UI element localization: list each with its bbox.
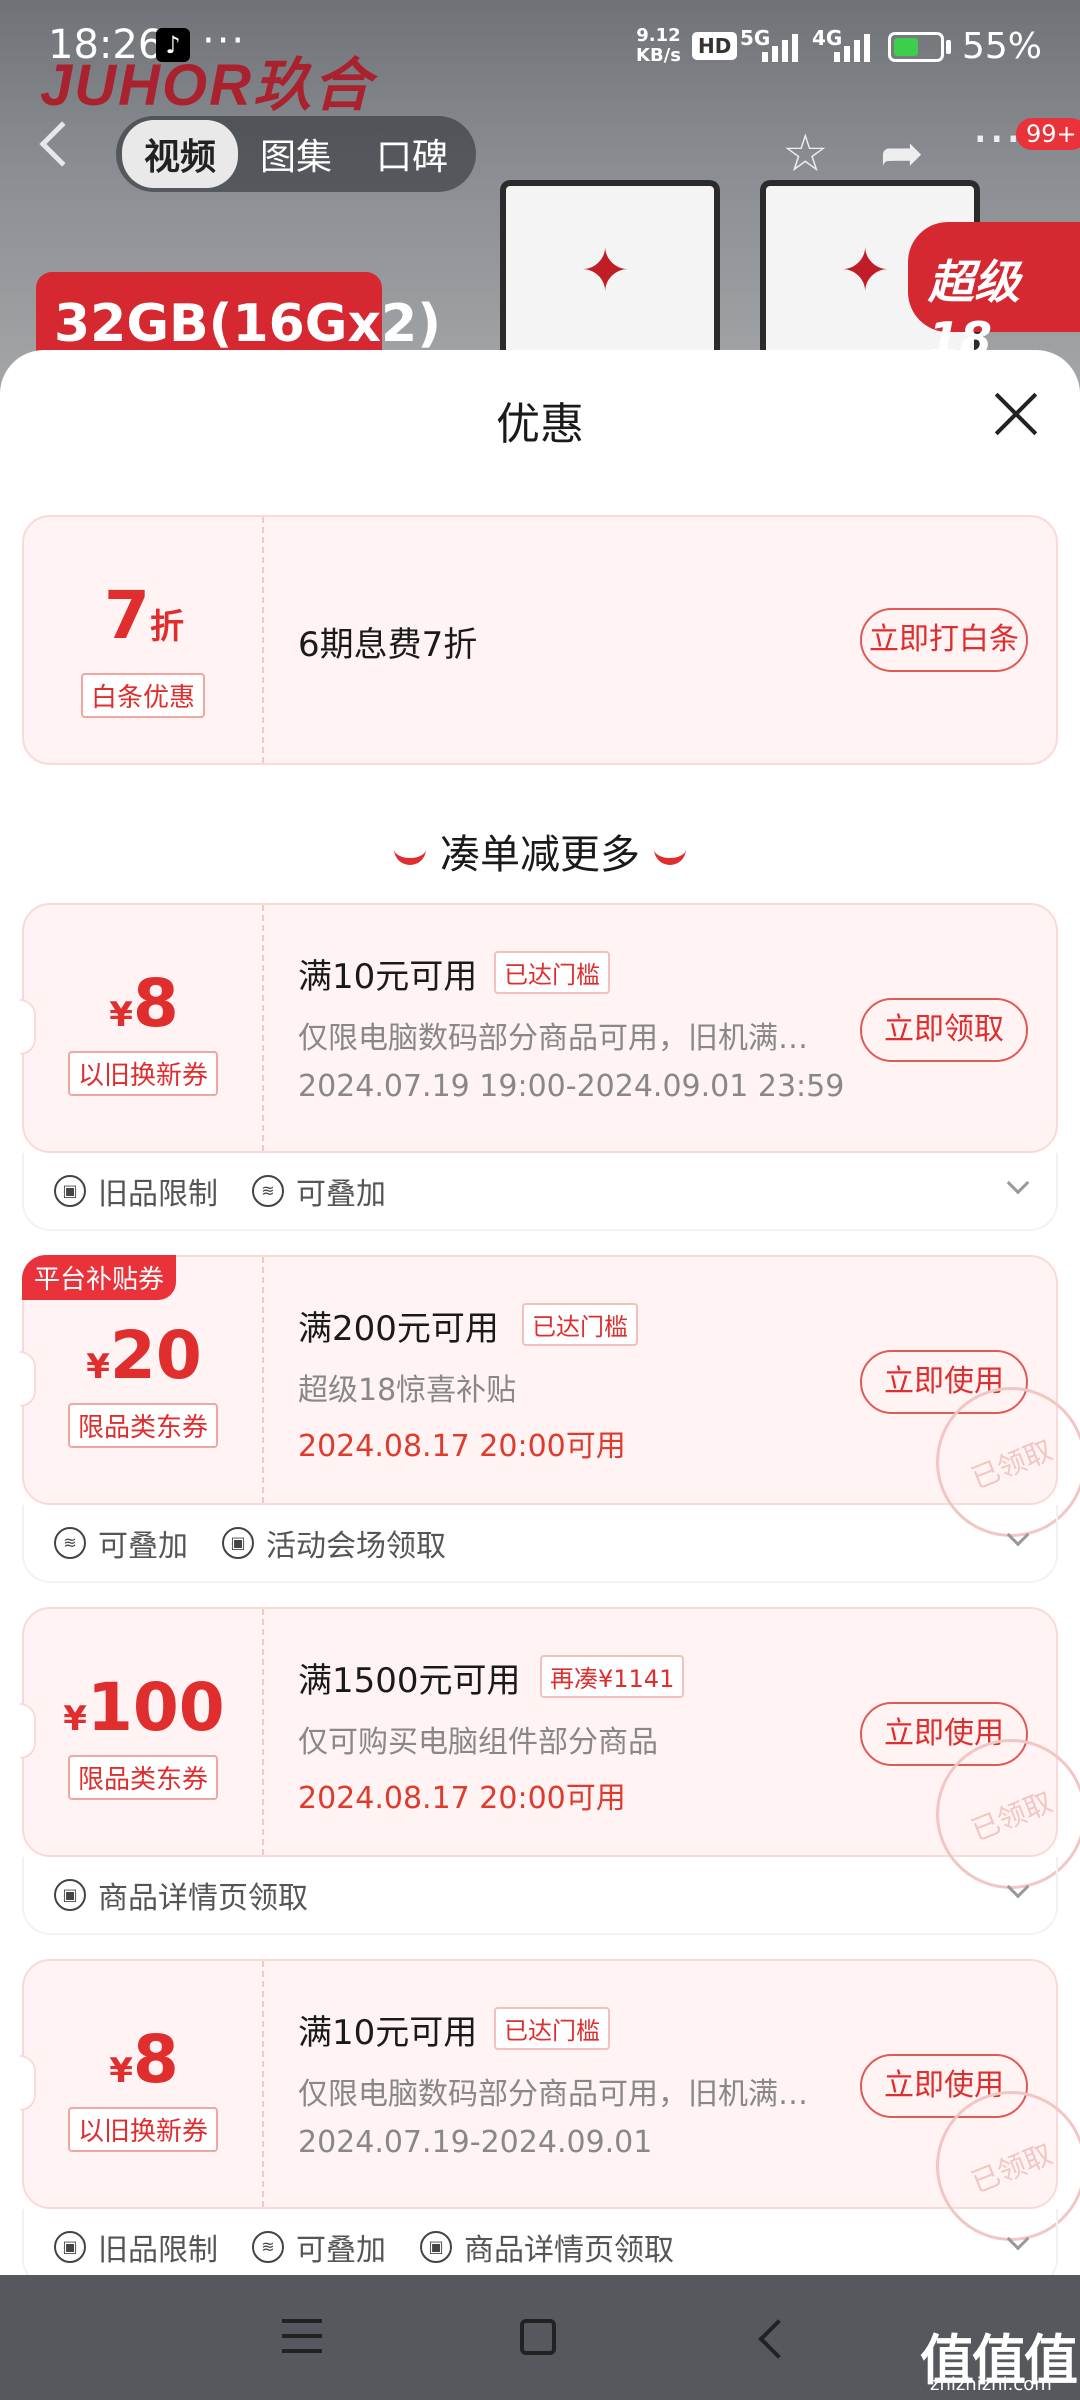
coupon-card: ¥20 限品类东券 平台补贴券 满200元可用 已达门槛 超级18惊喜补贴 20…	[20, 1255, 1080, 1560]
coupon-footer[interactable]: ▣ 旧品限制 ≋ 可叠加 ▣ 商品详情页领取	[22, 2209, 1058, 2275]
smile-icon	[654, 849, 686, 865]
card-left: 7折 白条优惠	[24, 517, 264, 763]
close-icon[interactable]	[992, 390, 1040, 438]
discount-sheet: 优惠 7折 白条优惠 6期息费7折 立即打白条 凑单减更多 ¥8 以旧换新券 满…	[0, 350, 1080, 2275]
recent-apps-icon[interactable]	[282, 2319, 322, 2353]
coupon-title: 满10元可用	[298, 2013, 478, 2053]
baitiao-tag: 白条优惠	[80, 673, 206, 718]
open-baitiao-button[interactable]: 立即打白条	[860, 608, 1028, 672]
coupon-desc: 仅限电脑数码部分商品可用，旧机满…	[298, 2077, 808, 2112]
footer-item: ≋ 可叠加	[252, 1169, 386, 1213]
product-detail-icon: ▣	[420, 2231, 452, 2263]
sheet-title: 优惠	[496, 399, 584, 450]
coupon-card: ¥100 限品类东券 满1500元可用 再凑¥1141 仅可购买电脑组件部分商品…	[20, 1607, 1080, 1912]
stack-icon: ≋	[54, 1527, 86, 1559]
chevron-down-icon[interactable]	[1006, 1875, 1030, 1899]
signal-icon	[834, 30, 870, 62]
chevron-down-icon[interactable]	[1006, 1171, 1030, 1195]
coupon-type-tag: 限品类东券	[67, 1755, 219, 1800]
signal-icon	[762, 30, 798, 62]
coupon-date: 2024.08.17 20:00可用	[298, 1429, 626, 1464]
chevron-down-icon[interactable]	[1006, 2227, 1030, 2251]
baitiao-card: 7折 白条优惠 6期息费7折 立即打白条	[22, 515, 1058, 765]
coupon-footer[interactable]: ▣ 商品详情页领取	[22, 1857, 1058, 1935]
venue-icon: ▣	[222, 1527, 254, 1559]
smile-icon	[394, 849, 426, 865]
status-time: 18:26	[48, 22, 164, 68]
footer-item: ▣ 活动会场领取	[222, 1521, 446, 1565]
coupon-amount: ¥100	[63, 1669, 225, 1746]
coupon-footer[interactable]: ≋ 可叠加 ▣ 活动会场领取	[22, 1505, 1058, 1583]
footer-item: ≋ 可叠加	[54, 1521, 188, 1565]
battery-icon	[888, 32, 944, 62]
net-speed: 9.12 KB/s	[636, 25, 681, 66]
back-icon[interactable]	[758, 2319, 798, 2359]
more-notifications-icon: ···	[202, 18, 247, 64]
battery-percent: 55%	[962, 26, 1043, 67]
coupon-title: 满10元可用	[298, 957, 478, 997]
cart-badge: 99+	[1016, 118, 1080, 150]
threshold-chip: 已达门槛	[494, 951, 610, 994]
discount-value: 7折	[104, 577, 184, 654]
old-item-icon: ▣	[54, 1175, 86, 1207]
share-icon[interactable]: ➦	[880, 124, 924, 184]
old-item-icon: ▣	[54, 2231, 86, 2263]
coupon-footer[interactable]: ▣ 旧品限制 ≋ 可叠加	[22, 1153, 1058, 1231]
tiktok-icon: ♪	[156, 28, 190, 62]
section-title: 凑单减更多	[0, 822, 1080, 880]
footer-item: ≋ 可叠加	[252, 2225, 386, 2269]
coupon-desc: 仅可购买电脑组件部分商品	[298, 1725, 658, 1760]
home-icon[interactable]	[520, 2319, 556, 2355]
footer-item: ▣ 商品详情页领取	[54, 1873, 308, 1917]
product-detail-icon: ▣	[54, 1879, 86, 1911]
threshold-chip: 已达门槛	[522, 1303, 638, 1346]
system-nav-bar	[0, 2275, 1080, 2400]
star-icon[interactable]: ☆	[782, 124, 829, 184]
coupon-type-tag: 以旧换新券	[67, 1051, 219, 1096]
coupon-title: 满200元可用	[298, 1309, 499, 1349]
promo-badge: 超级18	[908, 222, 1080, 366]
coupon-date: 2024.08.17 20:00可用	[298, 1781, 626, 1816]
footer-item: ▣ 旧品限制	[54, 2225, 218, 2269]
coupon-date: 2024.07.19-2024.09.01	[298, 2125, 653, 2160]
coupon-date: 2024.07.19 19:00-2024.09.01 23:59	[298, 1069, 845, 1104]
coupon-amount: ¥20	[86, 1317, 202, 1394]
tab-reviews[interactable]: 口碑	[354, 120, 470, 188]
watermark-site: zhizhizhi.com	[930, 2374, 1052, 2395]
battery-tip	[946, 40, 951, 54]
stack-icon: ≋	[252, 1175, 284, 1207]
footer-item: ▣ 商品详情页领取	[420, 2225, 674, 2269]
coupon-card: ¥8 以旧换新券 满10元可用 已达门槛 仅限电脑数码部分商品可用，旧机满… 2…	[20, 903, 1058, 1153]
tab-gallery[interactable]: 图集	[238, 120, 354, 188]
claim-button[interactable]: 立即领取	[860, 998, 1028, 1062]
baitiao-title: 6期息费7折	[298, 625, 478, 665]
coupon-amount: ¥8	[109, 2021, 179, 2098]
coupon-desc: 超级18惊喜补贴	[298, 1373, 517, 1408]
card-left: ¥8 以旧换新券	[24, 1961, 264, 2207]
card-left: ¥100 限品类东券	[24, 1609, 264, 1855]
gap-chip: 再凑¥1141	[540, 1655, 685, 1698]
platform-subsidy-label: 平台补贴券	[22, 1255, 177, 1300]
coupon-type-tag: 以旧换新券	[67, 2107, 219, 2152]
stack-icon: ≋	[252, 2231, 284, 2263]
tab-video[interactable]: 视频	[122, 120, 239, 188]
coupon-type-tag: 限品类东券	[67, 1403, 219, 1448]
coupon-amount: ¥8	[109, 965, 179, 1042]
coupon-card: ¥8 以旧换新券 满10元可用 已达门槛 仅限电脑数码部分商品可用，旧机满… 2…	[20, 1959, 1080, 2264]
media-tabs: 视频 图集 口碑	[116, 116, 477, 192]
chevron-down-icon[interactable]	[1006, 1523, 1030, 1547]
threshold-chip: 已达门槛	[494, 2007, 610, 2050]
status-bar: 18:26 ♪ ··· 9.12 KB/s HD 5G 4G 55%	[0, 0, 1080, 100]
hd-voice-icon: HD	[692, 32, 738, 60]
card-left: ¥8 以旧换新券	[24, 905, 264, 1151]
footer-item: ▣ 旧品限制	[54, 1169, 218, 1213]
more-icon[interactable]: ···	[972, 110, 1022, 170]
coupon-title: 满1500元可用	[298, 1661, 521, 1701]
coupon-desc: 仅限电脑数码部分商品可用，旧机满…	[298, 1021, 808, 1056]
